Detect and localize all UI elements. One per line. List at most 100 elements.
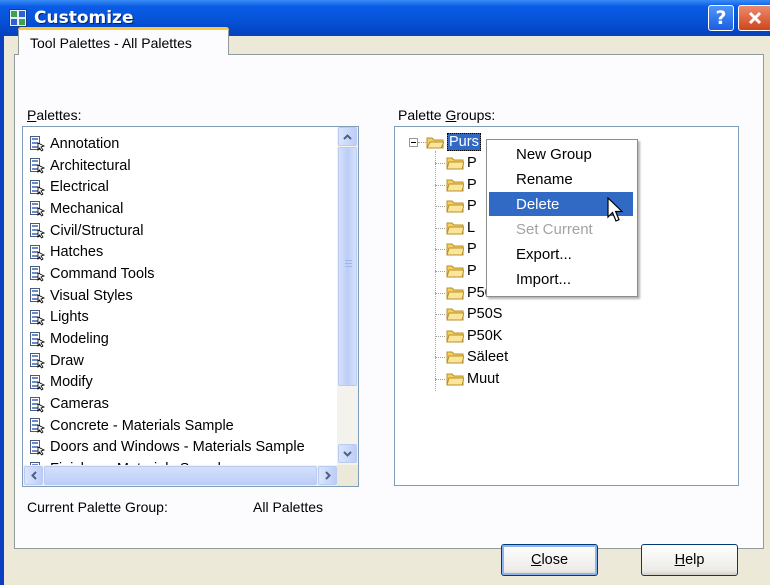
palette-list-item[interactable]: Doors and Windows - Materials Sample [29,437,345,459]
folder-icon [446,308,464,321]
tree-connector [435,357,445,359]
tree-node[interactable]: P50K [446,326,502,346]
palette-list-item[interactable]: Mechanical [29,198,345,220]
tree-node-label: P50S [467,306,503,323]
palette-icon [30,288,45,304]
folder-icon [446,373,464,386]
question-icon: ? [715,7,727,29]
tree-connector [435,271,445,272]
close-title-button[interactable] [738,5,770,31]
scroll-up-button[interactable] [338,127,357,146]
palettes-listbox[interactable]: Annotation Architectural Electrical Mechani… [22,126,359,487]
tree-connector [435,379,445,380]
vertical-scrollbar[interactable] [337,127,358,465]
tree-node[interactable]: P [446,239,477,259]
palette-item-label: Architectural [50,157,131,174]
palette-list-item[interactable]: Modeling [29,328,345,350]
tree-connector [435,163,445,164]
palette-list-item[interactable]: Draw [29,350,345,372]
palette-icon [30,179,45,196]
tree-node[interactable]: P [446,196,477,216]
tree-node[interactable]: P [446,175,477,195]
collapse-icon[interactable] [409,138,418,147]
close-icon [748,11,761,25]
palette-list-item[interactable]: Modify [29,372,345,394]
chevron-right-icon [324,471,331,480]
grip-line [345,266,352,267]
palette-list-item[interactable]: Annotation [29,133,345,155]
scroll-thumb[interactable] [338,147,357,386]
palette-list-item[interactable]: Command Tools [29,263,345,285]
palette-icon [30,374,45,391]
tree-node[interactable]: Säleet [446,347,508,367]
palettes-list: Annotation Architectural Electrical Mechani… [29,133,345,480]
close-button[interactable]: Close [501,544,598,576]
folder-icon [446,243,464,256]
scroll-right-button[interactable] [318,466,337,485]
palette-item-label: Cameras [50,396,109,413]
tree-connector [435,292,445,294]
tree-node[interactable]: P [446,153,477,173]
mouse-cursor-icon [607,197,624,222]
tree-connector [435,227,445,229]
tree-connector [435,206,445,208]
palette-list-item[interactable]: Lights [29,307,345,329]
palette-icon [30,158,45,174]
folder-icon [446,287,464,300]
palette-icon [30,331,45,348]
tree-connector [435,184,445,186]
customize-app-icon [9,9,27,27]
customize-window: Customize ? Tool Palettes - All Palettes… [0,0,770,585]
palette-icon [30,266,45,283]
palette-item-label: Visual Styles [50,287,133,304]
palettes-label: Palettes: [27,107,82,123]
palette-list-item[interactable]: Electrical [29,176,345,198]
scroll-down-button[interactable] [338,444,357,463]
palette-item-label: Concrete - Materials Sample [50,417,234,434]
palette-list-item[interactable]: Visual Styles [29,285,345,307]
tree-node[interactable]: P [446,261,477,281]
menu-item-rename[interactable]: Rename [489,167,633,191]
menu-item-export[interactable]: Export... [489,242,633,266]
palette-list-item[interactable]: Hatches [29,241,345,263]
palette-list-item[interactable]: Concrete - Materials Sample [29,415,345,437]
tree-node[interactable]: Muut [446,369,499,389]
palette-icon [30,223,45,239]
palette-list-item[interactable]: Cameras [29,393,345,415]
menu-item-new-group[interactable]: New Group [489,142,633,166]
palette-item-label: Draw [50,352,84,369]
tree-node[interactable]: P50S [446,304,502,324]
horizontal-scrollbar[interactable] [23,465,339,486]
palette-icon [30,439,45,456]
palette-icon [30,309,45,326]
tree-connector [418,142,426,143]
help-title-button[interactable]: ? [708,5,734,31]
folder-icon [446,200,464,213]
tree-node-label: Muut [467,371,500,387]
palette-item-label: Lights [50,309,89,326]
tree-node-label: P [467,198,477,215]
tree-node-root[interactable]: Purs [426,132,481,152]
grip-line [345,263,352,264]
current-group-label: Current Palette Group: [27,499,168,515]
tree-node[interactable]: L [446,218,475,238]
palette-item-label: Hatches [50,244,104,261]
palette-item-label: Mechanical [50,200,124,217]
horizontal-scroll-thumb[interactable] [44,466,317,485]
menu-item-import[interactable]: Import... [489,267,633,291]
tree-node-label: P [467,263,477,279]
scroll-left-button[interactable] [24,466,43,485]
tree-node-label: P [467,241,477,258]
palette-icon [30,396,45,413]
palette-item-label: Civil/Structural [50,222,144,239]
palette-list-item[interactable]: Civil/Structural [29,220,345,242]
folder-icon [446,179,464,192]
tab-tool-palettes[interactable]: Tool Palettes - All Palettes [18,27,229,55]
chevron-down-icon [343,450,352,457]
help-button[interactable]: Help [641,544,738,576]
palette-list-item[interactable]: Architectural [29,155,345,177]
palette-item-label: Doors and Windows - Materials Sample [50,439,305,456]
palette-item-label: Modify [50,374,93,391]
folder-icon [446,222,464,235]
chevron-left-icon [30,471,37,480]
